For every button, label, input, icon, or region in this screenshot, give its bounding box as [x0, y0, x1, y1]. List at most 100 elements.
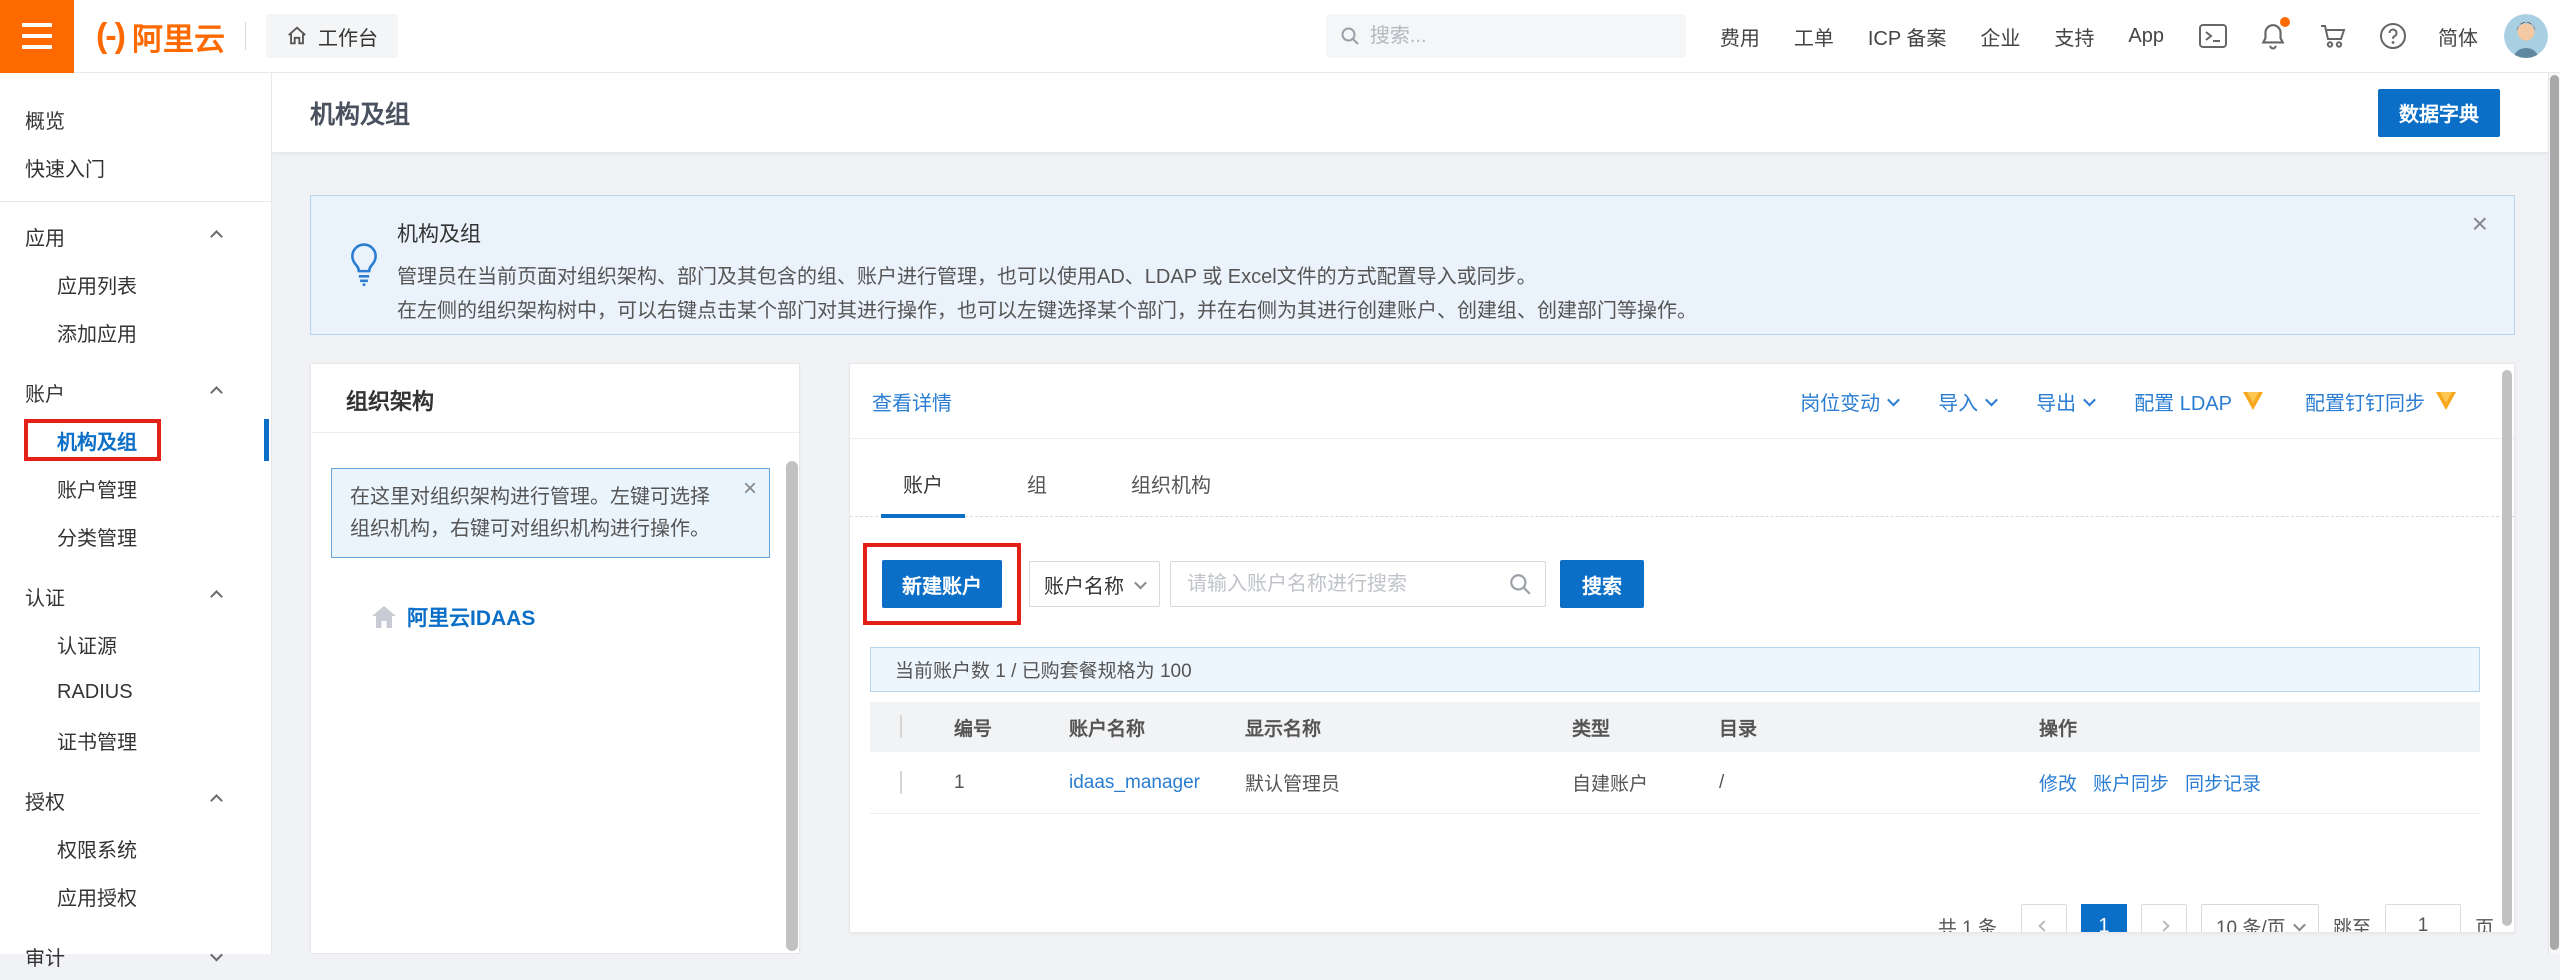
chevron-up-icon — [210, 794, 223, 807]
current-page-button[interactable]: 1 — [2081, 904, 2127, 933]
org-tree-tooltip-text: 在这里对组织架构进行管理。左键可选择组织机构，右键可对组织机构进行操作。 — [350, 486, 710, 540]
aliyun-logo[interactable]: (-) 阿里云 — [96, 14, 225, 59]
org-tree-panel: 组织架构 在这里对组织架构进行管理。左键可选择组织机构，右键可对组织机构进行操作… — [310, 363, 800, 954]
sidebar-item-label: 权限系统 — [57, 834, 137, 863]
tree-scrollbar[interactable] — [785, 461, 799, 953]
top-menu-enterprise[interactable]: 企业 — [1980, 22, 2020, 51]
page-unit-label: 页 — [2475, 913, 2494, 934]
org-tree-root-node[interactable]: 阿里云IDAAS — [371, 602, 799, 632]
sidebar-item-label: 分类管理 — [57, 522, 137, 551]
data-dictionary-button[interactable]: 数据字典 — [2378, 89, 2500, 137]
chevron-right-icon — [2158, 920, 2169, 931]
detail-panel: 查看详情 岗位变动 导入 导出 — [849, 363, 2515, 933]
quota-text: 当前账户数 1 / 已购套餐规格为 100 — [895, 656, 1192, 683]
cloudshell-icon[interactable] — [2198, 21, 2228, 51]
configure-dingtalk-sync-link[interactable]: 配置钉钉同步 — [2305, 387, 2458, 416]
chevron-down-icon — [1887, 393, 1900, 406]
new-account-button[interactable]: 新建账户 — [882, 560, 1002, 608]
col-number: 编号 — [934, 714, 1049, 741]
sidebar-group-applications[interactable]: 应用 — [0, 212, 271, 260]
sidebar-item-org-and-groups[interactable]: 机构及组 — [0, 416, 271, 464]
sidebar-item-quickstart[interactable]: 快速入门 — [0, 143, 271, 191]
sync-record-link[interactable]: 同步记录 — [2185, 769, 2261, 796]
home-icon — [286, 25, 308, 47]
prev-page-button[interactable] — [2021, 904, 2067, 933]
account-name-link[interactable]: idaas_manager — [1069, 772, 1200, 793]
chevron-down-icon — [1134, 576, 1147, 589]
position-change-dropdown[interactable]: 岗位变动 — [1800, 387, 1898, 416]
top-menu-app[interactable]: App — [2128, 25, 2164, 48]
sidebar-item-category-management[interactable]: 分类管理 — [0, 512, 271, 560]
detail-scrollbar-thumb[interactable] — [2502, 370, 2512, 926]
workbench-button[interactable]: 工作台 — [266, 14, 398, 58]
sidebar-item-overview[interactable]: 概览 — [0, 95, 271, 143]
premium-badge-icon — [2434, 391, 2458, 411]
sidebar-item-label: 应用授权 — [57, 882, 137, 911]
sidebar-group-audit[interactable]: 审计 — [0, 932, 271, 980]
top-search-input[interactable] — [1370, 25, 1650, 48]
sidebar-item-app-list[interactable]: 应用列表 — [0, 260, 271, 308]
sidebar-item-app-authorization[interactable]: 应用授权 — [0, 872, 271, 920]
col-account-name: 账户名称 — [1049, 714, 1225, 741]
cell-directory: / — [1699, 772, 2019, 794]
top-menu-support[interactable]: 支持 — [2054, 22, 2094, 51]
import-dropdown[interactable]: 导入 — [1938, 387, 1996, 416]
sidebar-item-account-management[interactable]: 账户管理 — [0, 464, 271, 512]
select-all-checkbox[interactable] — [900, 715, 902, 738]
page-size-select[interactable]: 10 条/页 — [2201, 904, 2319, 933]
sidebar-item-cert-management[interactable]: 证书管理 — [0, 716, 271, 764]
col-operations: 操作 — [2019, 714, 2480, 741]
sidebar-group-label: 授权 — [25, 786, 65, 815]
next-page-button[interactable] — [2141, 904, 2187, 933]
cell-number: 1 — [934, 772, 1049, 794]
detail-scrollbar[interactable] — [2501, 370, 2513, 926]
workbench-label: 工作台 — [318, 22, 378, 51]
sidebar-item-permission-system[interactable]: 权限系统 — [0, 824, 271, 872]
notification-bell-icon[interactable] — [2258, 21, 2288, 51]
top-search-box[interactable] — [1326, 14, 1686, 58]
avatar[interactable] — [2504, 14, 2548, 58]
action-label: 导出 — [2036, 387, 2076, 416]
page-scrollbar-thumb[interactable] — [2550, 75, 2559, 950]
logo-divider — [245, 22, 246, 50]
chevron-down-icon — [1985, 393, 1998, 406]
configure-ldap-link[interactable]: 配置 LDAP — [2134, 387, 2265, 416]
tab-groups[interactable]: 组 — [1005, 469, 1069, 516]
sidebar-group-authentication[interactable]: 认证 — [0, 572, 271, 620]
jump-label: 跳至 — [2333, 913, 2371, 934]
table-header-row: 编号 账户名称 显示名称 类型 目录 操作 — [870, 702, 2480, 752]
account-search-input[interactable] — [1170, 561, 1546, 607]
row-checkbox[interactable] — [900, 771, 902, 794]
col-type: 类型 — [1552, 714, 1699, 741]
tab-org-structure[interactable]: 组织机构 — [1109, 469, 1233, 516]
view-detail-link[interactable]: 查看详情 — [872, 387, 952, 416]
sidebar-item-label: 证书管理 — [57, 726, 137, 755]
account-sync-link[interactable]: 账户同步 — [2093, 769, 2169, 796]
jump-page-input[interactable] — [2385, 904, 2461, 933]
help-icon[interactable] — [2378, 21, 2408, 51]
tree-scrollbar-thumb[interactable] — [786, 461, 798, 951]
tab-accounts[interactable]: 账户 — [881, 469, 965, 518]
top-menu-tickets[interactable]: 工单 — [1794, 22, 1834, 51]
export-dropdown[interactable]: 导出 — [2036, 387, 2094, 416]
chevron-left-icon — [2038, 920, 2049, 931]
banner-close-icon[interactable]: × — [2472, 210, 2488, 238]
top-menu-icp[interactable]: ICP 备案 — [1868, 22, 1947, 51]
tooltip-close-icon[interactable]: × — [743, 477, 757, 501]
language-switcher[interactable]: 简体 — [2438, 22, 2478, 51]
page-scrollbar[interactable] — [2548, 73, 2560, 954]
sidebar-group-accounts[interactable]: 账户 — [0, 368, 271, 416]
cart-icon[interactable] — [2318, 21, 2348, 51]
sidebar-item-radius[interactable]: RADIUS — [0, 668, 271, 716]
modify-link[interactable]: 修改 — [2039, 769, 2077, 796]
sidebar-item-add-app[interactable]: 添加应用 — [0, 308, 271, 356]
filter-field-select[interactable]: 账户名称 — [1029, 561, 1160, 607]
hamburger-menu-icon[interactable] — [0, 0, 74, 73]
page-size-value: 10 条/页 — [2216, 913, 2286, 934]
top-menu-billing[interactable]: 费用 — [1720, 22, 1760, 51]
sidebar-group-authorization[interactable]: 授权 — [0, 776, 271, 824]
search-button[interactable]: 搜索 — [1560, 560, 1644, 608]
sidebar: 概览 快速入门 应用 应用列表 添加应用 账户 机构及组 账户管理 分类管理 认… — [0, 73, 272, 954]
sidebar-item-auth-source[interactable]: 认证源 — [0, 620, 271, 668]
account-controls: 新建账户 账户名称 搜索 — [863, 543, 2514, 625]
